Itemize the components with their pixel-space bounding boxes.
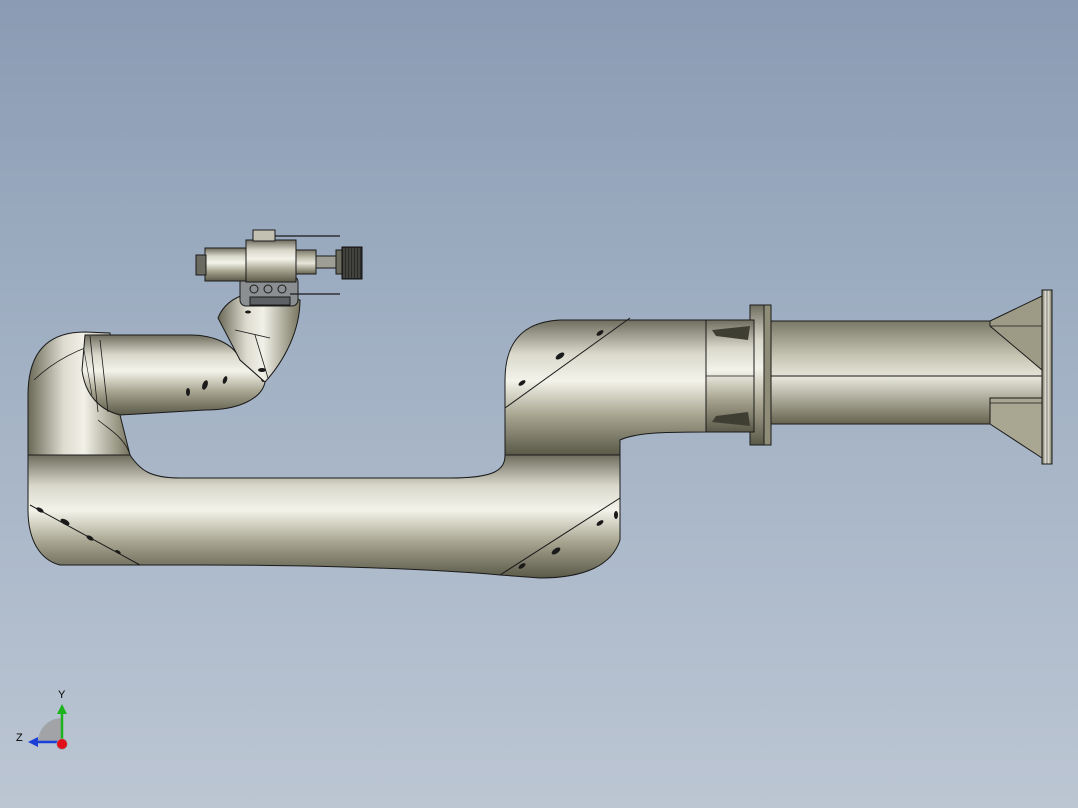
z-axis-head (28, 737, 38, 747)
y-axis-label: Y (58, 689, 66, 701)
coordinate-triad (28, 704, 68, 750)
x-axis-dot (57, 739, 67, 749)
joint-1-housing[interactable] (705, 319, 755, 433)
z-axis-label: Z (16, 732, 23, 744)
robot-arm-model[interactable] (0, 0, 1078, 808)
cad-viewport[interactable]: Y Z (0, 0, 1078, 808)
link-2-shoulder[interactable] (504, 317, 707, 456)
y-axis-head (57, 704, 67, 714)
base-pedestal[interactable] (749, 289, 1053, 465)
link-3-lower-arm[interactable] (27, 454, 621, 579)
